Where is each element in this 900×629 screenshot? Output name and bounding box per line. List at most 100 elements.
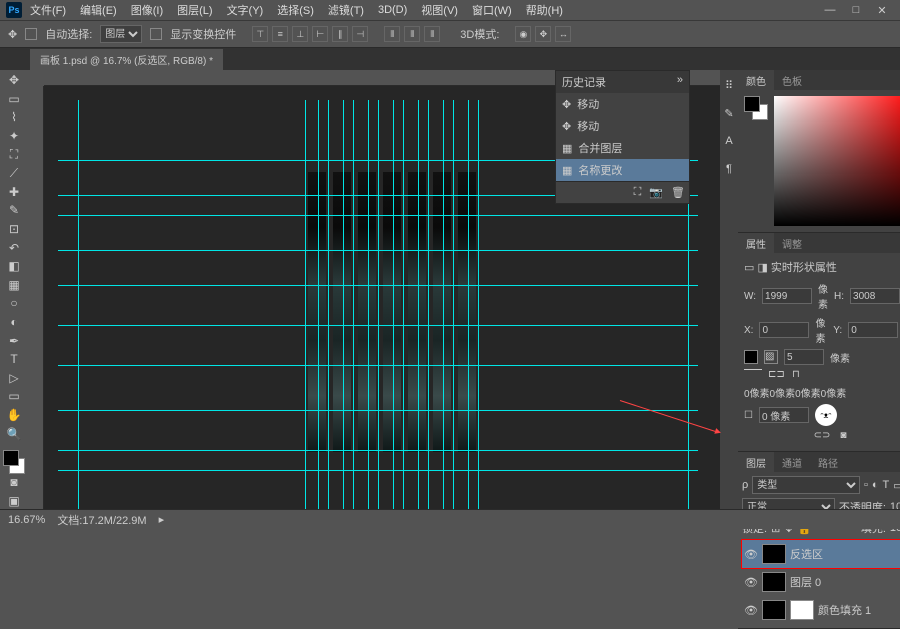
stroke-swatch[interactable]: ▨ [764, 350, 778, 364]
align-right-icon[interactable]: ⊣ [352, 26, 368, 42]
history-collapse-icon[interactable]: » [677, 74, 683, 90]
stroke-style-1[interactable] [744, 369, 762, 381]
align-left-icon[interactable]: ⊢ [312, 26, 328, 42]
tab-swatches[interactable]: 色板 [774, 70, 810, 90]
menu-filter[interactable]: 滤镜(T) [322, 0, 370, 20]
history-item[interactable]: ▦合并图层 [556, 137, 689, 159]
visibility-icon[interactable]: 👁 [744, 576, 758, 589]
doc-size[interactable]: 文档:17.2M/22.9M [57, 512, 146, 528]
wand-tool[interactable]: ✦ [3, 128, 25, 145]
menu-edit[interactable]: 编辑(E) [74, 0, 123, 20]
auto-select-checkbox[interactable] [25, 28, 37, 40]
stroke-style-2[interactable]: ⊏⊐ [768, 369, 786, 381]
layer-row-selected[interactable]: 👁 反选区 [742, 540, 900, 568]
width-input[interactable] [762, 288, 812, 304]
filter-txt-icon[interactable]: T [883, 479, 890, 491]
heal-tool[interactable]: ✚ [3, 184, 25, 201]
hand-tool[interactable]: ✋ [3, 407, 25, 424]
align-mid-icon[interactable]: ≡ [272, 26, 288, 42]
fg-bg-swatch[interactable] [3, 452, 25, 472]
align-bot-icon[interactable]: ⊥ [292, 26, 308, 42]
menu-3d[interactable]: 3D(D) [372, 2, 413, 18]
dist-2-icon[interactable]: ⦀ [404, 26, 420, 42]
blur-tool[interactable]: ○ [3, 295, 25, 312]
menu-file[interactable]: 文件(F) [24, 0, 72, 20]
type-tool[interactable]: T [3, 351, 25, 368]
brush-settings-icon[interactable]: ✎ [720, 104, 738, 122]
stroke-width-input[interactable] [784, 349, 824, 365]
snapshot-icon[interactable]: ⛶ [634, 186, 642, 199]
filter-img-icon[interactable]: ▫ [864, 479, 868, 491]
menu-type[interactable]: 文字(Y) [221, 0, 270, 20]
dodge-tool[interactable]: ◐ [3, 314, 25, 331]
eraser-tool[interactable]: ◧ [3, 258, 25, 275]
visibility-icon[interactable]: 👁 [744, 604, 758, 617]
pen-tool[interactable]: ✒ [3, 332, 25, 349]
menu-select[interactable]: 选择(S) [271, 0, 320, 20]
trash-icon[interactable]: 🗑 [671, 186, 685, 199]
document-tab[interactable]: 画板 1.psd @ 16.7% (反选区, RGB/8) * [30, 49, 223, 70]
3d-slide-icon[interactable]: ↔ [555, 26, 571, 42]
filter-kind[interactable]: 类型 [752, 476, 860, 494]
dist-1-icon[interactable]: ⦀ [384, 26, 400, 42]
close-button[interactable]: ✕ [870, 2, 894, 18]
tab-layers[interactable]: 图层 [738, 452, 774, 472]
align-top-icon[interactable]: ⊤ [252, 26, 268, 42]
y-input[interactable] [848, 322, 898, 338]
tab-color[interactable]: 颜色 [738, 70, 774, 90]
link-icon[interactable]: ⊂⊃ [814, 430, 831, 441]
height-input[interactable] [850, 288, 900, 304]
fill-swatch[interactable] [744, 350, 758, 364]
stroke-style-3[interactable]: ⊓ [792, 369, 810, 381]
3d-orbit-icon[interactable]: ◉ [515, 26, 531, 42]
maximize-button[interactable]: □ [844, 2, 868, 18]
corner-input[interactable] [759, 407, 809, 423]
align-ctr-icon[interactable]: ∥ [332, 26, 348, 42]
menu-help[interactable]: 帮助(H) [520, 0, 569, 20]
mask-icon[interactable]: ◙ [840, 430, 846, 441]
menu-image[interactable]: 图像(I) [125, 0, 169, 20]
ruler-vertical[interactable] [28, 86, 44, 509]
shape-tool[interactable]: ▭ [3, 388, 25, 405]
menu-layer[interactable]: 图层(L) [171, 0, 218, 20]
chevron-right-icon[interactable]: ▸ [159, 513, 165, 526]
brush-panel-icon[interactable]: ⠿ [720, 76, 738, 94]
camera-icon[interactable]: 📷 [649, 186, 663, 199]
minimize-button[interactable]: — [818, 2, 842, 18]
history-item[interactable]: ✥移动 [556, 115, 689, 137]
menu-window[interactable]: 窗口(W) [466, 0, 518, 20]
tab-properties[interactable]: 属性 [738, 233, 774, 253]
eyedropper-tool[interactable]: ⟋ [3, 165, 25, 182]
path-tool[interactable]: ▷ [3, 370, 25, 387]
filter-shape-icon[interactable]: ▭ [893, 479, 900, 492]
marquee-tool[interactable]: ▭ [3, 91, 25, 108]
brush-tool[interactable]: ✎ [3, 202, 25, 219]
show-transform-checkbox[interactable] [150, 28, 162, 40]
tab-paths[interactable]: 路径 [810, 452, 846, 472]
color-fg-bg[interactable] [744, 96, 768, 120]
x-input[interactable] [759, 322, 809, 338]
zoom-tool[interactable]: 🔍 [3, 425, 25, 442]
history-brush-tool[interactable]: ↶ [3, 239, 25, 256]
para-panel-icon[interactable]: ¶ [720, 160, 738, 178]
tab-adjust[interactable]: 调整 [774, 233, 810, 253]
3d-pan-icon[interactable]: ✥ [535, 26, 551, 42]
history-item[interactable]: ✥移动 [556, 93, 689, 115]
filter-adj-icon[interactable]: ◐ [872, 479, 879, 491]
menu-view[interactable]: 视图(V) [415, 0, 464, 20]
lasso-tool[interactable]: ⌇ [3, 109, 25, 126]
color-picker[interactable] [774, 96, 900, 226]
history-item-current[interactable]: ▦名称更改 [556, 159, 689, 181]
char-panel-icon[interactable]: A [720, 132, 738, 150]
visibility-icon[interactable]: 👁 [744, 548, 758, 561]
tab-channels[interactable]: 通道 [774, 452, 810, 472]
dist-3-icon[interactable]: ⦀ [424, 26, 440, 42]
gradient-tool[interactable]: ▦ [3, 277, 25, 294]
layer-row[interactable]: 👁 颜色填充 1 [742, 596, 900, 624]
auto-select-target[interactable]: 图层 [100, 25, 142, 43]
layer-row[interactable]: 👁 图层 0 [742, 568, 900, 596]
stamp-tool[interactable]: ⊡ [3, 221, 25, 238]
quick-mask-icon[interactable]: ◙ [3, 474, 25, 491]
move-tool[interactable]: ✥ [3, 72, 25, 89]
zoom-level[interactable]: 16.67% [8, 514, 45, 526]
